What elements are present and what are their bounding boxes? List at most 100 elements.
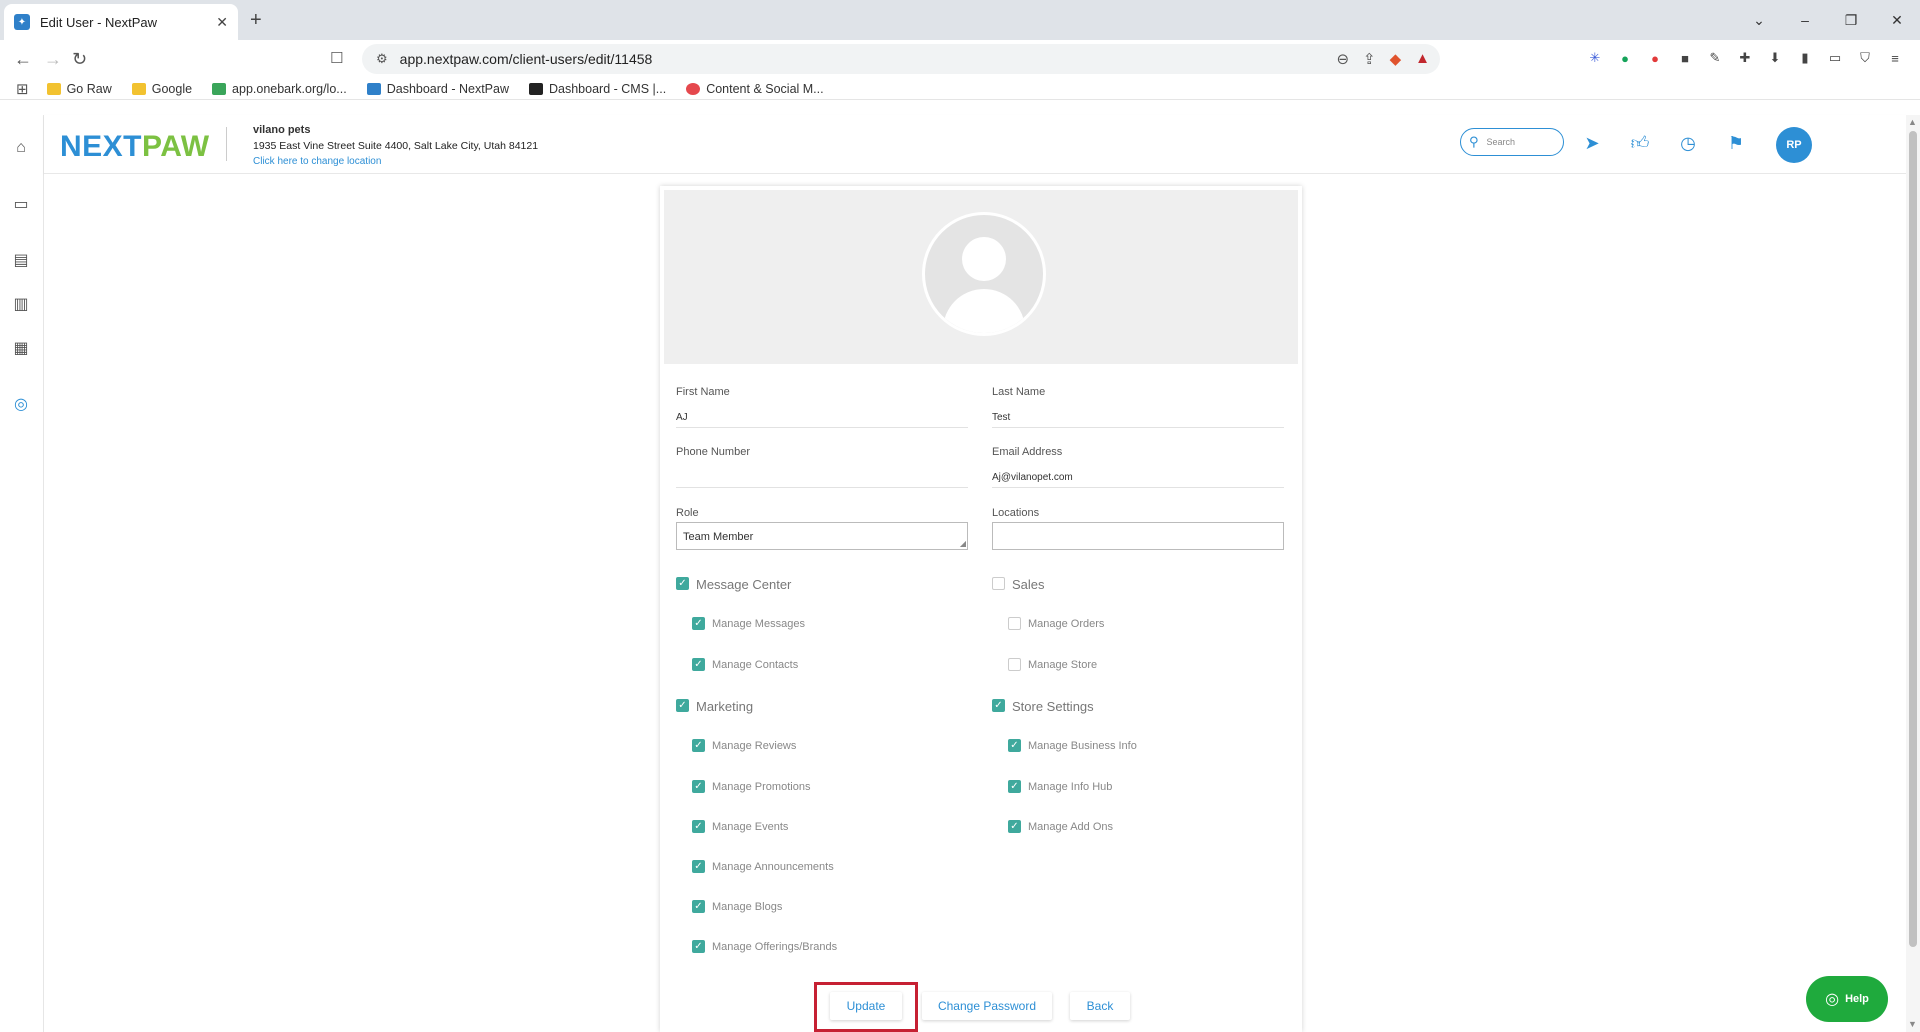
manage-promotions-label: Manage Promotions bbox=[712, 781, 811, 793]
tab-title: Edit User - NextPaw bbox=[40, 14, 158, 30]
browser-tab-active[interactable]: ✦ Edit User - NextPaw ✕ bbox=[4, 4, 238, 40]
edit-user-card: First Name AJ Last Name Test Phone Numbe… bbox=[660, 186, 1302, 1032]
thumbs-up-icon[interactable]: 👍︎ bbox=[1628, 131, 1652, 155]
site-info-icon[interactable]: ⚙ bbox=[376, 51, 388, 67]
download-icon[interactable]: ⬇ bbox=[1766, 49, 1784, 67]
tab-search-icon[interactable]: ⌄ bbox=[1736, 0, 1782, 40]
grammarly-icon[interactable]: ● bbox=[1616, 49, 1634, 67]
bookmark-content-social[interactable]: Content & Social M... bbox=[686, 82, 824, 96]
apps-grid-icon[interactable]: ⊞ bbox=[16, 80, 29, 98]
last-name-input[interactable]: Test bbox=[992, 406, 1284, 428]
header-search[interactable]: ⚲ Search bbox=[1460, 128, 1564, 156]
manage-blogs-label: Manage Blogs bbox=[712, 901, 783, 913]
manage-add-ons-checkbox[interactable]: ✓ bbox=[1008, 820, 1021, 833]
close-window-icon[interactable]: ✕ bbox=[1874, 0, 1920, 40]
omnibox-actions: ⊖ ⇪ ◆ ▲ bbox=[1336, 50, 1430, 68]
catalog-icon[interactable]: ▦ bbox=[10, 337, 32, 359]
manage-reviews-checkbox[interactable]: ✓ bbox=[692, 739, 705, 752]
vpn-shield-icon[interactable]: ⛉ bbox=[1856, 49, 1874, 67]
send-icon[interactable]: ➤ bbox=[1580, 131, 1604, 155]
bookmark-go-raw[interactable]: Go Raw bbox=[46, 82, 112, 96]
extension-s-icon[interactable]: ■ bbox=[1676, 49, 1694, 67]
role-value: Team Member bbox=[683, 531, 754, 543]
extensions-puzzle-icon[interactable]: ✚ bbox=[1736, 49, 1754, 67]
marketing-checkbox[interactable]: ✓ bbox=[676, 699, 689, 712]
manage-events-checkbox[interactable]: ✓ bbox=[692, 820, 705, 833]
menu-icon[interactable]: ≡ bbox=[1886, 49, 1904, 67]
manage-promotions-checkbox[interactable]: ✓ bbox=[692, 780, 705, 793]
help-button[interactable]: ◎ Help bbox=[1806, 976, 1888, 1022]
manage-business-info-checkbox[interactable]: ✓ bbox=[1008, 739, 1021, 752]
location-address: 1935 East Vine Street Suite 4400, Salt L… bbox=[253, 140, 539, 152]
page-scrollbar[interactable]: ▲ ▼ bbox=[1906, 115, 1920, 1032]
manage-offerings-checkbox[interactable]: ✓ bbox=[692, 940, 705, 953]
manage-info-hub-checkbox[interactable]: ✓ bbox=[1008, 780, 1021, 793]
messages-icon[interactable]: ▭ bbox=[10, 193, 32, 215]
new-tab-icon[interactable]: + bbox=[250, 9, 262, 32]
scroll-down-icon[interactable]: ▼ bbox=[1908, 1019, 1917, 1029]
reload-icon[interactable]: ↻ bbox=[72, 49, 87, 70]
change-password-button[interactable]: Change Password bbox=[922, 992, 1052, 1020]
manage-reviews-label: Manage Reviews bbox=[712, 740, 797, 752]
brave-rewards-icon[interactable]: ▲ bbox=[1415, 50, 1430, 68]
scroll-up-icon[interactable]: ▲ bbox=[1908, 117, 1917, 127]
manage-add-ons-label: Manage Add Ons bbox=[1028, 821, 1114, 833]
bookmark-dashboard-nextpaw[interactable]: Dashboard - NextPaw bbox=[366, 82, 509, 96]
nextpaw-favicon-icon bbox=[366, 82, 381, 95]
manage-store-checkbox[interactable] bbox=[1008, 658, 1021, 671]
sidebar-toggle-icon[interactable]: ▮ bbox=[1796, 49, 1814, 67]
main-content: First Name AJ Last Name Test Phone Numbe… bbox=[44, 174, 1906, 1032]
back-button[interactable]: Back bbox=[1070, 992, 1130, 1020]
change-location-link[interactable]: Click here to change location bbox=[253, 156, 381, 167]
bookmark-icon[interactable]: ☐ bbox=[330, 49, 343, 67]
phone-label: Phone Number bbox=[676, 446, 750, 458]
nextpaw-logo[interactable]: NEXTPAW bbox=[60, 130, 210, 164]
bookmark-dashboard-cms[interactable]: Dashboard - CMS |... bbox=[529, 82, 666, 96]
search-icon: ⚲ bbox=[1469, 134, 1479, 149]
bookmark-onebark[interactable]: app.onebark.org/lo... bbox=[212, 82, 347, 96]
manage-contacts-checkbox[interactable]: ✓ bbox=[692, 658, 705, 671]
brave-shield-icon[interactable]: ◆ bbox=[1390, 50, 1402, 68]
home-icon[interactable]: ⌂ bbox=[10, 137, 32, 159]
manage-messages-label: Manage Messages bbox=[712, 618, 805, 630]
zoom-icon[interactable]: ⊖ bbox=[1336, 50, 1349, 68]
message-center-checkbox[interactable]: ✓ bbox=[676, 577, 689, 590]
extension-snowflake-icon[interactable]: ✳ bbox=[1586, 49, 1604, 67]
locations-select[interactable] bbox=[992, 522, 1284, 550]
help-label: Help bbox=[1845, 993, 1869, 1005]
bookmark-google[interactable]: Google bbox=[131, 82, 192, 96]
app-sidebar: ⌂ ▭ ▤ ▥ ▦ ◎ bbox=[0, 115, 44, 1032]
first-name-input[interactable]: AJ bbox=[676, 406, 968, 428]
awards-icon[interactable]: ◎ bbox=[10, 393, 32, 415]
notification-icon[interactable]: ⚑ bbox=[1724, 131, 1748, 155]
wallet-icon[interactable]: ▭ bbox=[1826, 49, 1844, 67]
user-avatar[interactable]: RP bbox=[1776, 127, 1812, 163]
manage-blogs-checkbox[interactable]: ✓ bbox=[692, 900, 705, 913]
role-select[interactable]: Team Member ◢ bbox=[676, 522, 968, 550]
share-icon[interactable]: ⇪ bbox=[1363, 50, 1376, 68]
manage-events-label: Manage Events bbox=[712, 821, 789, 833]
email-input[interactable]: Aj@vilanopet.com bbox=[992, 466, 1284, 488]
close-tab-icon[interactable]: ✕ bbox=[216, 14, 228, 31]
minimize-icon[interactable]: – bbox=[1782, 0, 1828, 40]
scroll-thumb[interactable] bbox=[1909, 131, 1917, 947]
store-icon[interactable]: ▤ bbox=[10, 249, 32, 271]
sales-checkbox[interactable] bbox=[992, 577, 1005, 590]
clock-icon[interactable]: ◷ bbox=[1676, 131, 1700, 155]
manage-orders-checkbox[interactable] bbox=[1008, 617, 1021, 630]
manage-announcements-checkbox[interactable]: ✓ bbox=[692, 860, 705, 873]
profile-photo-area[interactable] bbox=[664, 190, 1298, 364]
analytics-icon[interactable]: ▥ bbox=[10, 293, 32, 315]
back-icon[interactable]: ← bbox=[14, 49, 32, 70]
extension-red-icon[interactable]: ● bbox=[1646, 49, 1664, 67]
store-settings-checkbox[interactable]: ✓ bbox=[992, 699, 1005, 712]
manage-messages-checkbox[interactable]: ✓ bbox=[692, 617, 705, 630]
logo-divider bbox=[226, 127, 227, 161]
phone-input[interactable] bbox=[676, 466, 968, 488]
address-bar[interactable]: ⚙ app.nextpaw.com/client-users/edit/1145… bbox=[362, 44, 1440, 74]
forward-icon[interactable]: → bbox=[44, 49, 62, 70]
eyedropper-icon[interactable]: ✎ bbox=[1706, 49, 1724, 67]
manage-orders-label: Manage Orders bbox=[1028, 618, 1105, 630]
restore-icon[interactable]: ❐ bbox=[1828, 0, 1874, 40]
sales-label: Sales bbox=[1012, 577, 1045, 592]
